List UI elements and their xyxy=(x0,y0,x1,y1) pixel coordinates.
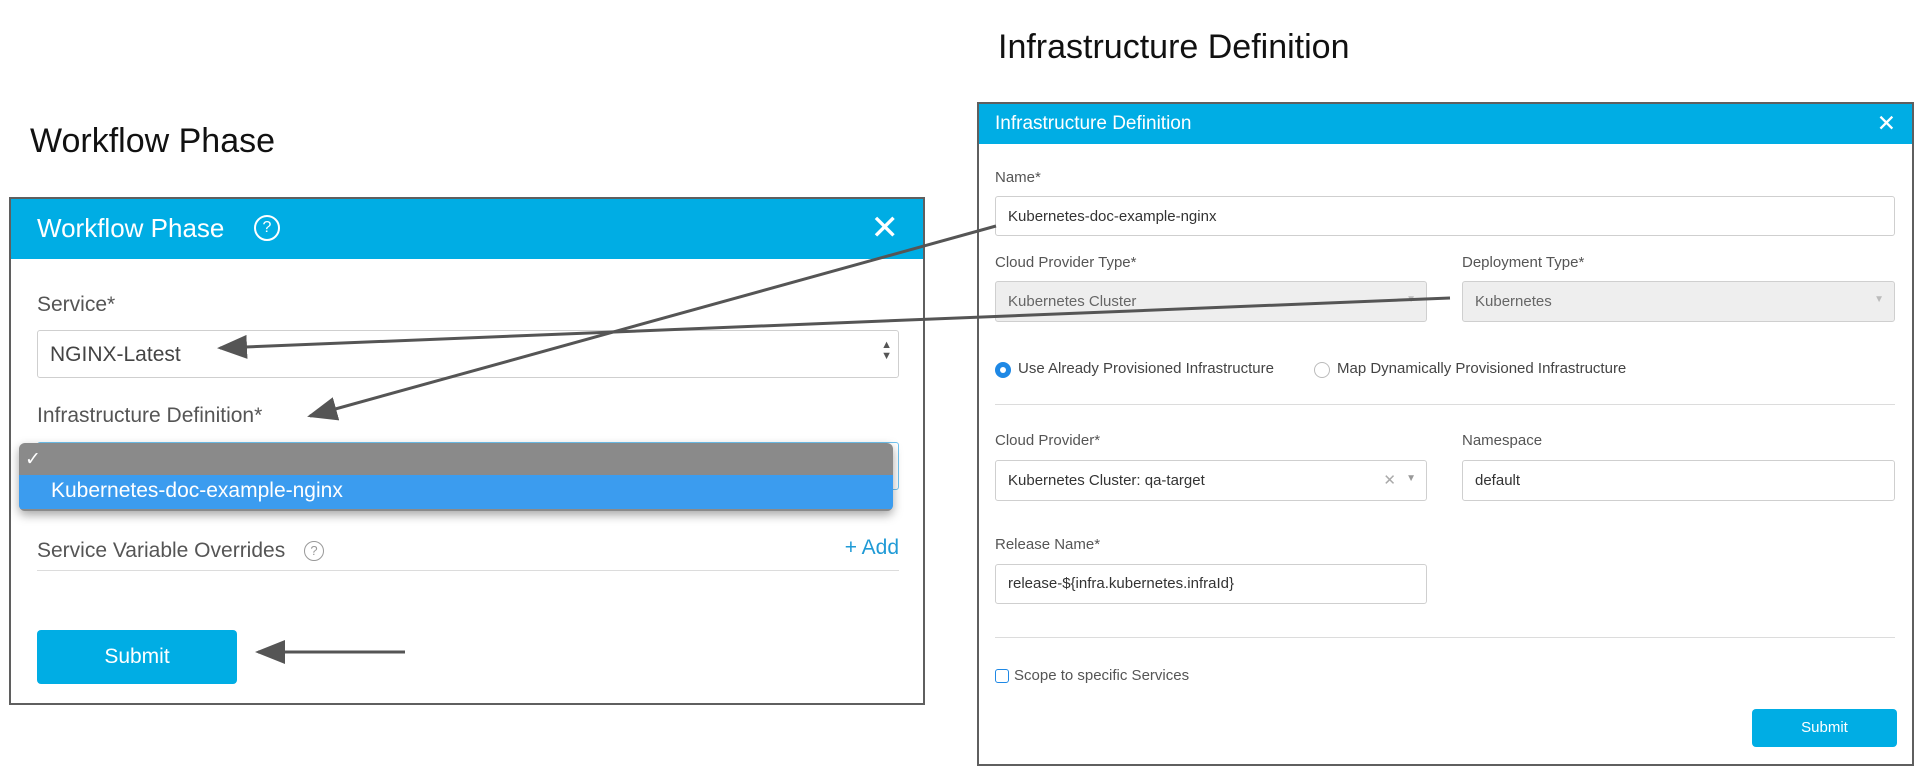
dropdown-option-label: Kubernetes-doc-example-nginx xyxy=(51,479,343,502)
service-select[interactable]: NGINX-Latest ▲ ▼ xyxy=(37,330,899,378)
name-value: Kubernetes-doc-example-nginx xyxy=(1008,208,1217,225)
infrastructure-definition-dialog: Infrastructure Definition ✕ Name* Kubern… xyxy=(977,102,1914,766)
infrastructure-definition-label: Infrastructure Definition* xyxy=(37,404,263,427)
submit-button[interactable]: Submit xyxy=(37,630,237,684)
workflow-phase-dialog: Workflow Phase ? ✕ Service* NGINX-Latest… xyxy=(9,197,925,705)
release-name-input[interactable]: release-${infra.kubernetes.infraId} xyxy=(995,564,1427,604)
namespace-input[interactable]: default xyxy=(1462,460,1895,501)
deployment-type-select[interactable]: Kubernetes ▼ xyxy=(1462,281,1895,322)
chevron-down-icon: ▼ xyxy=(1406,294,1416,305)
cloud-provider-type-label: Cloud Provider Type* xyxy=(995,254,1137,271)
close-icon[interactable]: ✕ xyxy=(1877,112,1896,135)
deployment-type-label: Deployment Type* xyxy=(1462,254,1585,271)
scope-label: Scope to specific Services xyxy=(1014,667,1190,684)
deployment-type-value: Kubernetes xyxy=(1475,293,1552,310)
cloud-provider-type-select[interactable]: Kubernetes Cluster ▼ xyxy=(995,281,1427,322)
cloud-provider-type-value: Kubernetes Cluster xyxy=(1008,293,1137,310)
release-name-value: release-${infra.kubernetes.infraId} xyxy=(1008,575,1234,592)
service-label: Service* xyxy=(37,293,116,316)
check-icon: ✓ xyxy=(25,449,41,470)
chevron-down-icon[interactable]: ▼ xyxy=(1406,473,1416,484)
namespace-value: default xyxy=(1475,472,1521,489)
divider xyxy=(995,637,1895,638)
divider xyxy=(37,570,899,571)
name-input[interactable]: Kubernetes-doc-example-nginx xyxy=(995,196,1895,236)
help-icon[interactable]: ? xyxy=(254,215,280,241)
infrastructure-definition-caption: Infrastructure Definition xyxy=(998,28,1350,66)
infrastructure-dropdown-menu: ✓ Kubernetes-doc-example-nginx xyxy=(19,443,893,511)
radio-label: Use Already Provisioned Infrastructure xyxy=(1018,360,1274,377)
namespace-label: Namespace xyxy=(1462,432,1543,449)
cloud-provider-value: Kubernetes Cluster: qa-target xyxy=(1008,472,1205,489)
submit-button[interactable]: Submit xyxy=(1752,709,1897,747)
radio-checked-dot xyxy=(1000,367,1006,373)
infrastructure-definition-header: Infrastructure Definition ✕ xyxy=(979,104,1912,144)
cloud-provider-select[interactable]: Kubernetes Cluster: qa-target ✕ ▼ xyxy=(995,460,1427,501)
dialog-title: Infrastructure Definition xyxy=(995,113,1192,134)
add-override-link[interactable]: + Add xyxy=(845,536,899,560)
close-icon[interactable]: ✕ xyxy=(871,211,900,245)
help-icon[interactable]: ? xyxy=(304,541,324,561)
dropdown-empty-option[interactable]: ✓ xyxy=(19,443,893,475)
release-name-label: Release Name* xyxy=(995,536,1101,553)
checkbox-icon xyxy=(995,669,1009,683)
dropdown-option-kubernetes-doc-example-nginx[interactable]: Kubernetes-doc-example-nginx xyxy=(19,475,893,509)
workflow-phase-caption: Workflow Phase xyxy=(30,122,276,160)
cloud-provider-label: Cloud Provider* xyxy=(995,432,1101,449)
select-arrows-icon: ▲▼ xyxy=(881,339,892,362)
service-value: NGINX-Latest xyxy=(50,343,181,366)
clear-icon[interactable]: ✕ xyxy=(1383,471,1396,489)
name-label: Name* xyxy=(995,169,1041,186)
divider xyxy=(995,404,1895,405)
workflow-phase-header: Workflow Phase ? ✕ xyxy=(11,199,923,259)
chevron-down-icon: ▼ xyxy=(1874,294,1884,305)
radio-label: Map Dynamically Provisioned Infrastructu… xyxy=(1337,360,1627,377)
service-variable-overrides-label: Service Variable Overrides xyxy=(37,539,286,562)
dialog-title: Workflow Phase xyxy=(37,213,225,243)
radio-unchecked-icon xyxy=(1314,362,1330,378)
